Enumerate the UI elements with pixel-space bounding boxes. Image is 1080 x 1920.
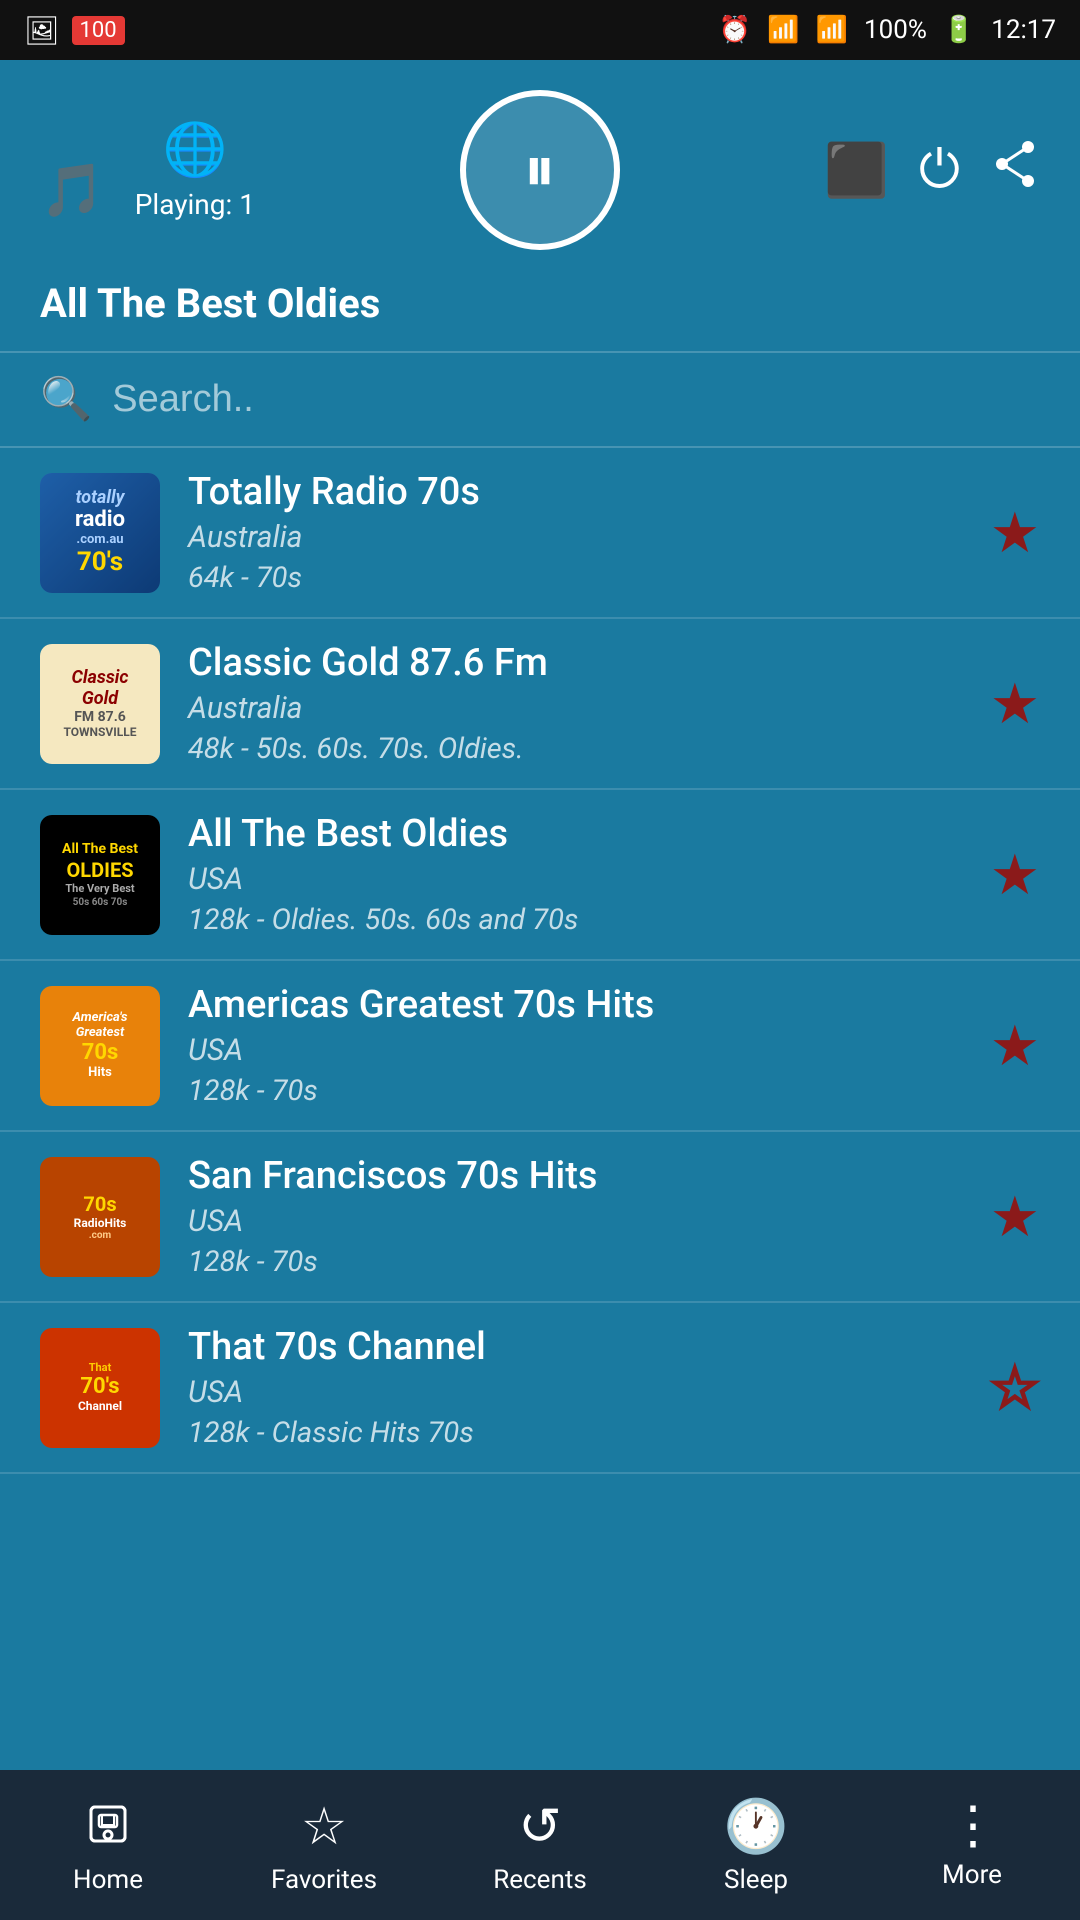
station-meta: 128k - Classic Hits 70s <box>188 1416 962 1450</box>
wifi-icon: 📶 <box>767 15 799 45</box>
clock: 12:17 <box>991 15 1056 45</box>
favorites-label: Favorites <box>271 1865 377 1895</box>
now-playing-title: All The Best Oldies <box>40 280 1040 327</box>
recents-label: Recents <box>493 1865 587 1895</box>
more-icon: ⋮ <box>947 1800 997 1852</box>
nav-favorites[interactable]: ☆ Favorites <box>216 1770 432 1920</box>
station-info: All The Best Oldies USA 128k - Oldies. 5… <box>188 812 962 937</box>
nav-recents[interactable]: ↺ Recents <box>432 1770 648 1920</box>
station-info: Classic Gold 87.6 Fm Australia 48k - 50s… <box>188 641 962 766</box>
search-input[interactable] <box>112 378 1040 421</box>
pause-button[interactable]: ⏸ <box>460 90 620 250</box>
favorite-star[interactable]: ★ <box>990 847 1040 903</box>
station-meta: 128k - 70s <box>188 1074 962 1108</box>
favorite-star[interactable]: ★ <box>990 505 1040 561</box>
station-info: That 70s Channel USA 128k - Classic Hits… <box>188 1325 962 1450</box>
station-name: That 70s Channel <box>188 1325 962 1369</box>
station-info: Americas Greatest 70s Hits USA 128k - 70… <box>188 983 962 1108</box>
home-label: Home <box>73 1865 143 1895</box>
station-name: Americas Greatest 70s Hits <box>188 983 962 1027</box>
photo-icon: 🖼 <box>24 14 60 47</box>
player-header: 🎵 🌐 Playing: 1 ⏸ ⬛ ⏻ <box>0 60 1080 270</box>
station-logo: All The Best OLDIES The Very Best 50s 60… <box>40 815 160 935</box>
battery-percent: 100% <box>864 15 927 45</box>
station-meta: 128k - 70s <box>188 1245 962 1279</box>
stop-button[interactable]: ⬛ <box>824 140 889 201</box>
signal-icon: 📶 <box>816 15 848 45</box>
music-icon[interactable]: 🎵 <box>40 160 105 221</box>
station-country: USA <box>188 1204 962 1239</box>
favorite-star[interactable]: ★ <box>990 1018 1040 1074</box>
nav-home[interactable]: Home <box>0 1770 216 1920</box>
search-bar: 🔍 <box>0 353 1080 448</box>
station-logo: Classic Gold FM 87.6 TOWNSVILLE <box>40 644 160 764</box>
pause-icon: ⏸ <box>524 138 556 202</box>
station-name: San Franciscos 70s Hits <box>188 1154 962 1198</box>
station-name: All The Best Oldies <box>188 812 962 856</box>
station-country: Australia <box>188 520 962 555</box>
station-item[interactable]: 70s RadioHits .com San Franciscos 70s Hi… <box>0 1132 1080 1303</box>
station-meta: 48k - 50s. 60s. 70s. Oldies. <box>188 732 962 766</box>
favorite-star[interactable]: ☆ <box>990 1360 1040 1416</box>
battery-icon: 🔋 <box>943 15 975 45</box>
station-meta: 128k - Oldies. 50s. 60s and 70s <box>188 903 962 937</box>
station-country: USA <box>188 862 962 897</box>
globe-icon[interactable]: 🌐 <box>162 119 227 180</box>
favorite-star[interactable]: ★ <box>990 1189 1040 1245</box>
favorites-icon: ☆ <box>301 1796 348 1857</box>
station-info: San Franciscos 70s Hits USA 128k - 70s <box>188 1154 962 1279</box>
station-info: Totally Radio 70s Australia 64k - 70s <box>188 470 962 595</box>
favorite-star[interactable]: ★ <box>990 676 1040 732</box>
station-name: Classic Gold 87.6 Fm <box>188 641 962 685</box>
radio-icon: 100 <box>72 16 125 45</box>
power-button[interactable]: ⏻ <box>919 139 960 201</box>
station-logo: totally radio .com.au 70's <box>40 473 160 593</box>
station-country: Australia <box>188 691 962 726</box>
status-bar: 🖼 100 ⏰ 📶 📶 100% 🔋 12:17 <box>0 0 1080 60</box>
nav-more[interactable]: ⋮ More <box>864 1770 1080 1920</box>
station-item[interactable]: totally radio .com.au 70's Totally Radio… <box>0 448 1080 619</box>
station-item[interactable]: All The Best OLDIES The Very Best 50s 60… <box>0 790 1080 961</box>
home-icon <box>83 1795 133 1857</box>
playing-label: Playing: 1 <box>135 188 255 221</box>
station-country: USA <box>188 1033 962 1068</box>
sleep-icon: 🕐 <box>724 1796 789 1857</box>
station-meta: 64k - 70s <box>188 561 962 595</box>
now-playing-section: All The Best Oldies <box>0 270 1080 353</box>
alarm-icon: ⏰ <box>719 15 751 45</box>
search-icon: 🔍 <box>40 375 92 424</box>
station-list: totally radio .com.au 70's Totally Radio… <box>0 448 1080 1738</box>
station-logo: America's Greatest 70s Hits <box>40 986 160 1106</box>
station-logo: That 70's Channel <box>40 1328 160 1448</box>
station-country: USA <box>188 1375 962 1410</box>
station-item[interactable]: America's Greatest 70s Hits Americas Gre… <box>0 961 1080 1132</box>
bottom-navigation: Home ☆ Favorites ↺ Recents 🕐 Sleep ⋮ Mor… <box>0 1770 1080 1920</box>
sleep-label: Sleep <box>724 1865 788 1895</box>
nav-sleep[interactable]: 🕐 Sleep <box>648 1770 864 1920</box>
share-button[interactable] <box>990 139 1040 202</box>
more-label: More <box>942 1860 1002 1890</box>
station-item[interactable]: That 70's Channel That 70s Channel USA 1… <box>0 1303 1080 1474</box>
station-logo: 70s RadioHits .com <box>40 1157 160 1277</box>
station-item[interactable]: Classic Gold FM 87.6 TOWNSVILLE Classic … <box>0 619 1080 790</box>
station-name: Totally Radio 70s <box>188 470 962 514</box>
recents-icon: ↺ <box>518 1796 562 1857</box>
